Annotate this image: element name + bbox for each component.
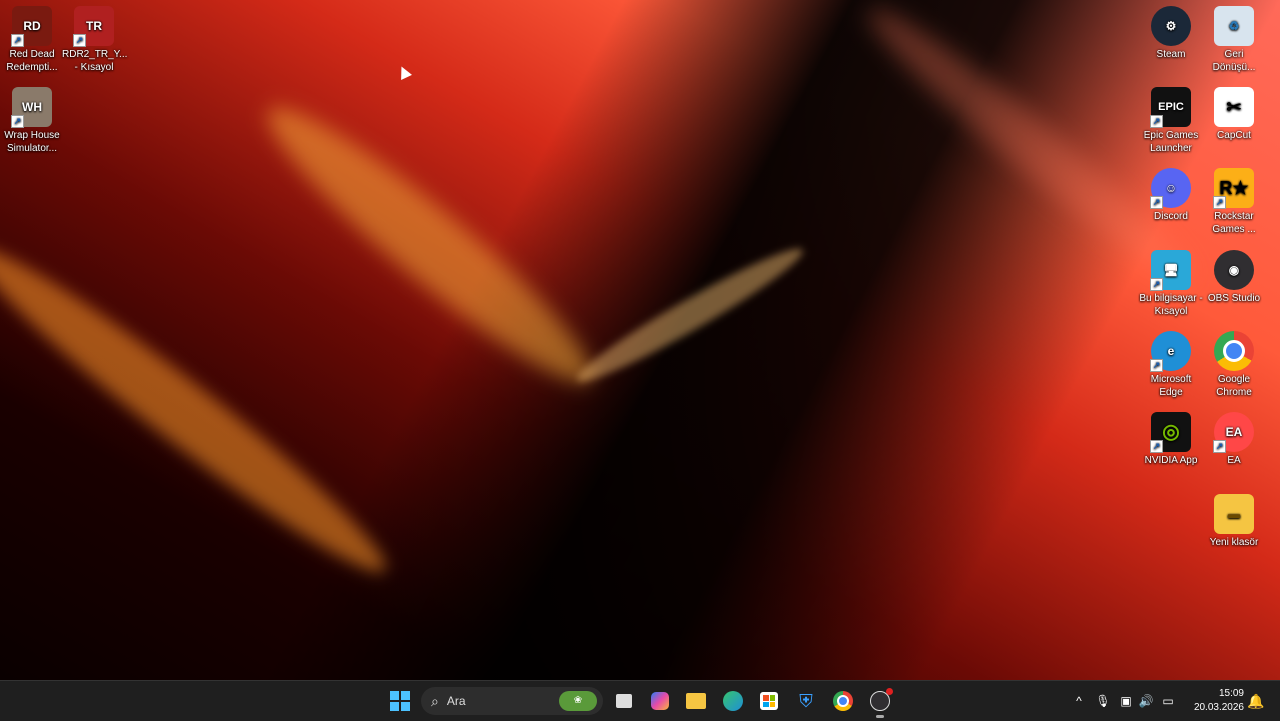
task-view-icon (616, 694, 632, 708)
desktop-icon-label: Microsoft Edge (1150, 374, 1192, 398)
network-icon[interactable]: ▣ (1116, 694, 1136, 708)
desktop-icon-red-dead[interactable]: RD ↗ Red Dead Redempti... (0, 6, 64, 74)
obs-taskbar-button[interactable] (866, 687, 894, 718)
chrome-icon (1214, 331, 1254, 371)
rockstar-icon: R★ ↗ (1213, 168, 1254, 209)
start-button[interactable] (386, 687, 414, 715)
desktop-icon-new-folder[interactable]: ▬ Yeni klasör (1202, 494, 1266, 549)
desktop-icon-this-pc[interactable]: 🖥 ↗ Bu bilgisayar - Kısayol (1139, 250, 1203, 318)
ea-icon: EA ↗ (1213, 412, 1254, 453)
chrome-icon (833, 691, 853, 711)
system-tray: ^ 🎙 ▣ 🔊 ▭ (1068, 681, 1180, 721)
store-icon (760, 692, 778, 710)
show-hidden-icons-icon[interactable]: ^ (1068, 694, 1090, 708)
desktop-icon-nvidia[interactable]: ◎ ↗ NVIDIA App (1139, 412, 1203, 467)
search-icon: ⌕ (431, 692, 439, 709)
edge-taskbar-button[interactable] (719, 687, 747, 715)
recycle-bin-icon: ♻ (1214, 6, 1254, 46)
wrap-house-icon: WH ↗ (11, 87, 52, 128)
desktop-icon-rdr2-tr[interactable]: TR ↗ RDR2_TR_Y... - Kısayol (62, 6, 128, 74)
search-placeholder: Ara (446, 694, 466, 708)
epic-games-icon: EPIC ↗ (1150, 87, 1191, 128)
bell-icon: 🔔 (1247, 692, 1265, 709)
store-button[interactable] (755, 687, 783, 715)
desktop-icon-label: Bu bilgisayar - Kısayol (1139, 293, 1203, 317)
desktop-icon-capcut[interactable]: ✂ CapCut (1202, 87, 1266, 142)
desktop-icon-epic-games[interactable]: EPIC ↗ Epic Games Launcher (1139, 87, 1203, 155)
search-highlight-icon: ❀ (559, 691, 597, 711)
capcut-icon: ✂ (1214, 87, 1254, 127)
desktop-icon-rockstar[interactable]: R★ ↗ Rockstar Games ... (1202, 168, 1266, 236)
desktop-icon-obs[interactable]: ◉ OBS Studio (1202, 250, 1266, 305)
running-indicator (876, 715, 884, 718)
battery-icon[interactable]: ▭ (1156, 694, 1180, 708)
search-input[interactable]: ⌕ Ara ❀ (421, 687, 603, 715)
desktop-icon-wrap-house[interactable]: WH ↗ Wrap House Simulator... (0, 87, 64, 155)
file-explorer-button[interactable] (682, 687, 710, 715)
folder-icon: ▬ (1214, 494, 1254, 534)
desktop-icon-discord[interactable]: ☺ ↗ Discord (1139, 168, 1203, 223)
desktop-icon-label: RDR2_TR_Y... - Kısayol (62, 49, 128, 73)
desktop-icon-label: OBS Studio (1207, 293, 1261, 304)
desktop-icon-steam[interactable]: ⚙ Steam (1139, 6, 1203, 61)
desktop-icon-label: Wrap House Simulator... (4, 130, 60, 154)
desktop-icon-label: NVIDIA App (1144, 455, 1198, 466)
steam-icon: ⚙ (1151, 6, 1191, 46)
clock[interactable]: 15:09 20.03.2026 (1194, 687, 1244, 715)
edge-icon: e ↗ (1150, 331, 1191, 372)
edge-icon (723, 691, 743, 711)
defender-button[interactable]: ⛨ (792, 687, 820, 715)
desktop-icon-edge[interactable]: e ↗ Microsoft Edge (1139, 331, 1203, 399)
this-pc-icon: 🖥 ↗ (1150, 250, 1191, 291)
desktop-icon-label: Google Chrome (1216, 374, 1252, 398)
desktop-icon-label: Rockstar Games ... (1212, 211, 1256, 235)
copilot-button[interactable] (646, 687, 674, 715)
clock-time: 15:09 (1218, 688, 1244, 699)
clock-date: 20.03.2026 (1193, 702, 1244, 713)
discord-icon: ☺ ↗ (1150, 168, 1191, 209)
desktop-icon-label: CapCut (1217, 130, 1251, 141)
taskbar: ⌕ Ara ❀ ⛨ ^ 🎙 ▣ 🔊 ▭ 15:09 20.03.2026 🔔 (0, 680, 1280, 721)
desktop-icon-label: Geri Dönüşü... (1212, 49, 1256, 73)
chrome-taskbar-button[interactable] (829, 687, 857, 715)
desktop-icon-label: Steam (1156, 49, 1186, 60)
notifications-button[interactable]: 🔔 (1246, 687, 1266, 715)
desktop-icon-recycle-bin[interactable]: ♻ Geri Dönüşü... (1202, 6, 1266, 74)
desktop-wallpaper (0, 0, 1280, 680)
rdr2-tr-icon: TR ↗ (73, 6, 114, 47)
obs-icon (870, 688, 893, 711)
windows-icon (390, 691, 410, 711)
desktop-icon-label: Yeni klasör (1209, 537, 1259, 548)
microphone-icon[interactable]: 🎙 (1090, 694, 1116, 708)
desktop-icon-label: Discord (1154, 211, 1188, 222)
desktop-icon-chrome[interactable]: Google Chrome (1202, 331, 1266, 399)
file-explorer-icon (686, 693, 706, 709)
desktop-icon-label: Epic Games Launcher (1143, 130, 1199, 154)
red-dead-icon: RD ↗ (11, 6, 52, 47)
desktop-icon-label: Red Dead Redempti... (6, 49, 58, 73)
obs-icon: ◉ (1214, 250, 1254, 290)
copilot-icon (651, 692, 669, 710)
desktop-icon-label: EA (1227, 455, 1241, 466)
desktop-icon-ea[interactable]: EA ↗ EA (1202, 412, 1266, 467)
shield-icon: ⛨ (799, 690, 813, 711)
task-view-button[interactable] (610, 687, 638, 715)
volume-icon[interactable]: 🔊 (1136, 694, 1156, 708)
nvidia-icon: ◎ ↗ (1150, 412, 1191, 453)
